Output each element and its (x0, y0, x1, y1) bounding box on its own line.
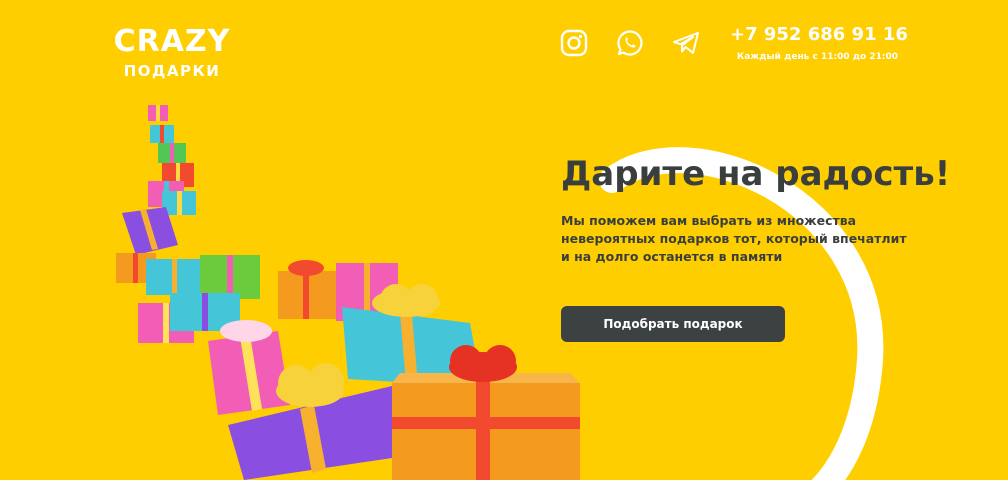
gift-box-pink-large (208, 320, 290, 415)
instagram-icon[interactable] (559, 28, 589, 58)
contact-block: +7 952 686 91 16 Каждый день с 11:00 до … (730, 24, 908, 64)
whatsapp-icon[interactable] (615, 28, 645, 58)
logo-main-text: CRAZY (113, 24, 231, 59)
page: CRAZY ПОДАРКИ +7 952 686 91 16 Каждый де… (0, 0, 1008, 480)
hero-title: Дарите на радость! (561, 154, 951, 194)
hero-description: Мы поможем вам выбрать из множества неве… (561, 213, 907, 264)
telegram-icon[interactable] (671, 28, 701, 58)
gift-box-orange-small (116, 253, 260, 299)
gift-boxes-illustration (116, 105, 580, 480)
gift-box-small (148, 105, 196, 215)
phone-link[interactable]: +7 952 686 91 16 (730, 24, 908, 46)
logo-sub-text: ПОДАРКИ (123, 62, 221, 80)
working-hours: Каждый день с 11:00 до 21:00 (736, 52, 898, 62)
gift-box-orange-mid (278, 260, 336, 319)
logo[interactable]: CRAZY ПОДАРКИ (112, 26, 232, 82)
